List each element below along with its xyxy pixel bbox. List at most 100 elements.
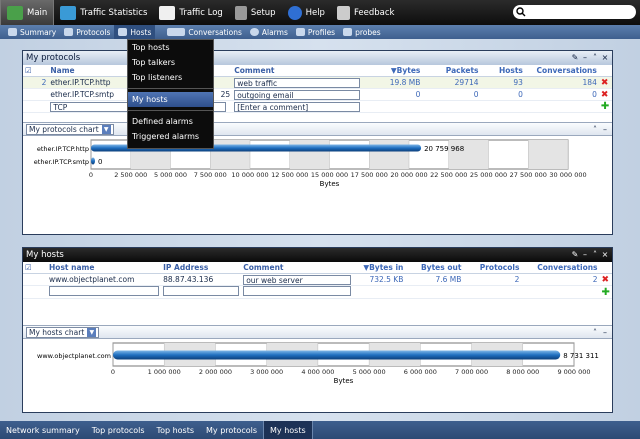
delete-icon[interactable]: ✖ bbox=[601, 78, 609, 88]
x-tick-label: 7 000 000 bbox=[455, 368, 488, 376]
new-comment-input[interactable] bbox=[243, 286, 352, 296]
y-category-label: ether.IP.TCP.smtp bbox=[34, 158, 89, 166]
subnav-hosts-label: Hosts bbox=[130, 27, 152, 37]
add-icon[interactable]: ✚ bbox=[602, 287, 610, 298]
minimize-icon[interactable]: – bbox=[601, 328, 609, 337]
menu-top-listeners[interactable]: Top listeners bbox=[128, 70, 213, 85]
host-conversations: 2 bbox=[521, 273, 600, 286]
y-category-label: ether.IP.TCP.http bbox=[37, 145, 89, 153]
delete-icon[interactable]: ✖ bbox=[601, 90, 609, 100]
table-row[interactable]: www.objectplanet.com 88.87.43.136 our we… bbox=[23, 273, 612, 286]
protocols-table: ☑ Name Port Comment ▼Bytes Packets Hosts… bbox=[23, 65, 612, 113]
col-conversations[interactable]: Conversations bbox=[524, 65, 599, 77]
tab-top-protocols[interactable]: Top protocols bbox=[86, 421, 151, 439]
minimize-icon[interactable]: – bbox=[581, 53, 589, 62]
main-menu-bar: Main Traffic Statistics Traffic Log Setu… bbox=[0, 0, 640, 25]
tab-my-protocols[interactable]: My protocols bbox=[200, 421, 263, 439]
x-tick-label: 27 500 000 bbox=[510, 171, 547, 179]
col-actions bbox=[599, 262, 612, 274]
close-icon[interactable]: × bbox=[601, 250, 609, 259]
nav-help[interactable]: Help bbox=[282, 0, 331, 25]
sub-menu-bar: Summary Protocols Hosts Conversations Al… bbox=[0, 25, 640, 39]
wrench-icon[interactable]: ✎ bbox=[571, 250, 579, 259]
comment-field[interactable]: web traffic bbox=[234, 77, 361, 88]
x-tick-label: 6 000 000 bbox=[404, 368, 437, 376]
nav-traffic-log[interactable]: Traffic Log bbox=[153, 0, 228, 25]
menu-divider bbox=[128, 88, 213, 89]
hosts-dropdown-menu: Top hosts Top talkers Top listeners My h… bbox=[127, 39, 214, 149]
nav-feedback[interactable]: Feedback bbox=[331, 0, 400, 25]
collapse-icon[interactable]: ˄ bbox=[591, 328, 599, 337]
select-all-checkbox[interactable]: ☑ bbox=[23, 262, 48, 274]
menu-divider bbox=[128, 110, 213, 111]
nav-traffic-statistics[interactable]: Traffic Statistics bbox=[54, 0, 153, 25]
col-ip-address[interactable]: IP Address bbox=[161, 262, 242, 274]
row-index bbox=[23, 88, 49, 101]
comment-cell: web traffic bbox=[232, 76, 372, 89]
col-packets[interactable]: Packets bbox=[422, 65, 481, 77]
row-index bbox=[23, 285, 48, 299]
add-icon[interactable]: ✚ bbox=[601, 101, 609, 112]
hosts-chart-select[interactable]: My hosts chart ▼ bbox=[26, 326, 100, 338]
new-host-name-input[interactable] bbox=[49, 286, 160, 296]
close-icon[interactable]: × bbox=[601, 53, 609, 62]
minimize-icon[interactable]: – bbox=[581, 250, 589, 259]
table-row[interactable]: ether.IP.TCP.smtp 25 outgoing email 0 0 … bbox=[23, 88, 612, 101]
wrench-icon[interactable]: ✎ bbox=[571, 53, 579, 62]
x-tick-label: 5 000 000 bbox=[353, 368, 386, 376]
subnav-protocols[interactable]: Protocols bbox=[60, 25, 114, 39]
collapse-icon[interactable]: ˄ bbox=[591, 53, 599, 62]
menu-my-hosts[interactable]: My hosts bbox=[128, 92, 213, 107]
nav-main-label: Main bbox=[27, 7, 48, 18]
minimize-icon[interactable]: – bbox=[601, 125, 609, 134]
subnav-summary[interactable]: Summary bbox=[4, 25, 60, 39]
tab-network-summary[interactable]: Network summary bbox=[0, 421, 86, 439]
subnav-probes[interactable]: probes bbox=[339, 25, 385, 39]
protocols-chart-select[interactable]: My protocols chart ▼ bbox=[26, 123, 114, 135]
menu-triggered-alarms[interactable]: Triggered alarms bbox=[128, 129, 213, 144]
subnav-profiles[interactable]: Profiles bbox=[292, 25, 339, 39]
x-tick-label: 20 000 000 bbox=[390, 171, 427, 179]
table-row[interactable]: 2 ether.IP.TCP.http 13048-5080 web traff… bbox=[23, 76, 612, 89]
search-input[interactable] bbox=[513, 5, 636, 19]
x-axis-label: Bytes bbox=[320, 180, 340, 188]
delete-cell: ✖ bbox=[599, 273, 612, 286]
host-name[interactable]: www.objectplanet.com bbox=[47, 273, 162, 286]
calendar-icon bbox=[159, 5, 176, 20]
new-comment-cell bbox=[241, 285, 354, 299]
comment-field[interactable]: outgoing email bbox=[234, 89, 361, 100]
comment-field[interactable]: our web server bbox=[243, 274, 352, 285]
col-hosts[interactable]: Hosts bbox=[480, 65, 525, 77]
subnav-profiles-label: Profiles bbox=[307, 27, 336, 37]
subnav-alarms[interactable]: Alarms bbox=[246, 25, 292, 39]
collapse-icon[interactable]: ˄ bbox=[591, 250, 599, 259]
menu-defined-alarms[interactable]: Defined alarms bbox=[128, 114, 213, 129]
hosts-panel-header: My hosts ✎ – ˄ × bbox=[23, 248, 612, 262]
subnav-conversations[interactable]: Conversations bbox=[163, 25, 246, 39]
conversations-icon bbox=[167, 28, 186, 36]
subnav-hosts[interactable]: Hosts bbox=[114, 25, 156, 39]
col-conversations[interactable]: Conversations bbox=[521, 262, 600, 274]
col-bytes[interactable]: ▼Bytes bbox=[371, 65, 423, 77]
tab-top-hosts[interactable]: Top hosts bbox=[151, 421, 200, 439]
col-protocols[interactable]: Protocols bbox=[463, 262, 522, 274]
tab-my-hosts[interactable]: My hosts bbox=[263, 421, 313, 439]
subnav-alarms-label: Alarms bbox=[261, 27, 288, 37]
new-comment-input[interactable]: [Enter a comment] bbox=[234, 101, 361, 112]
row-index bbox=[23, 100, 49, 113]
nav-setup[interactable]: Setup bbox=[229, 0, 282, 25]
new-ip-input[interactable] bbox=[163, 286, 240, 296]
collapse-icon[interactable]: ˄ bbox=[591, 125, 599, 134]
col-host-name[interactable]: Host name bbox=[47, 262, 162, 274]
col-bytes-out[interactable]: Bytes out bbox=[405, 262, 464, 274]
col-comment[interactable]: Comment bbox=[241, 262, 354, 274]
delete-icon[interactable]: ✖ bbox=[602, 275, 610, 285]
col-bytes-in[interactable]: ▼Bytes in bbox=[353, 262, 406, 274]
select-all-checkbox[interactable]: ☑ bbox=[23, 65, 49, 77]
menu-top-talkers[interactable]: Top talkers bbox=[128, 55, 213, 70]
menu-top-hosts[interactable]: Top hosts bbox=[128, 40, 213, 55]
profiles-icon bbox=[295, 28, 305, 36]
col-comment[interactable]: Comment bbox=[232, 65, 372, 77]
nav-main[interactable]: Main bbox=[0, 0, 55, 25]
new-comment-cell: [Enter a comment] bbox=[232, 100, 372, 113]
